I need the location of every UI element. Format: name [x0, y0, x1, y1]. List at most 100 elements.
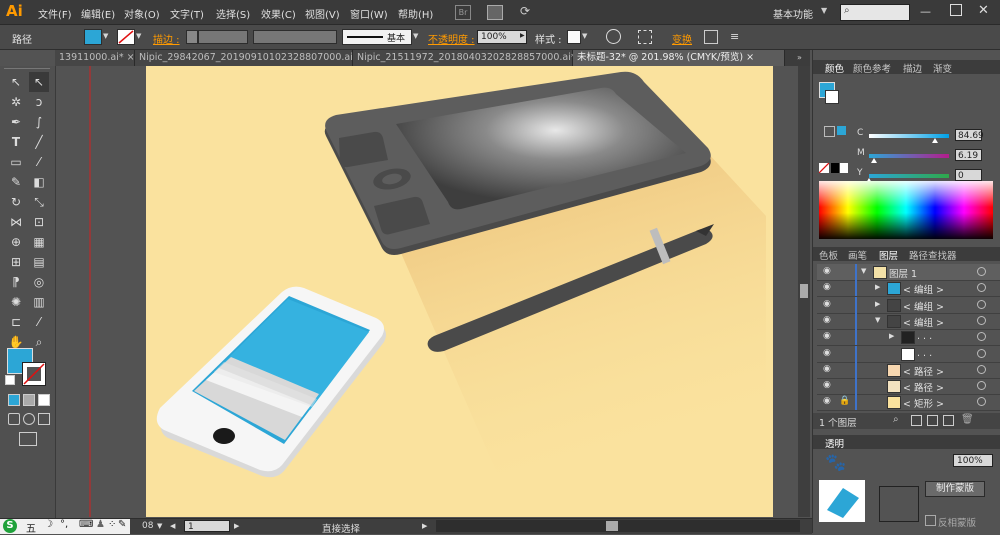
chevron-right-icon[interactable]: ▶	[889, 332, 894, 340]
vertical-scrollbar[interactable]	[798, 66, 810, 517]
target-circle-icon[interactable]	[977, 348, 986, 358]
vertical-scroll-thumb[interactable]	[800, 284, 808, 298]
layer-sublayer-row[interactable]: ◉ < 路径 >	[817, 378, 1000, 396]
perspective-grid-tool-icon[interactable]: ▦	[29, 232, 49, 252]
opacity-label[interactable]: 不透明度 :	[428, 31, 475, 46]
skin-icon[interactable]: ⁘	[108, 519, 116, 530]
close-button[interactable]: ✕	[978, 3, 989, 18]
tab-brushes[interactable]: 画笔	[848, 248, 867, 262]
layer-sublayer-row[interactable]: ◉ ▼ < 编组 >	[817, 312, 1000, 330]
visibility-eye-icon[interactable]: ◉	[823, 299, 833, 308]
horizontal-scrollbar[interactable]	[436, 520, 800, 532]
layer-sublayer-row[interactable]: ◉ ▶ < 编组 >	[817, 280, 1000, 298]
target-circle-icon[interactable]	[977, 381, 986, 391]
color-stroke-swatch[interactable]	[825, 90, 839, 104]
chevron-right-icon[interactable]: ▶	[875, 283, 880, 291]
chevron-down-icon[interactable]: ▼	[582, 32, 587, 40]
menu-type[interactable]: 文字(T)	[170, 6, 204, 21]
pencil-tool-icon[interactable]: ✎	[6, 172, 26, 192]
tab-document-2[interactable]: Nipic_29842067_20190910102328807000.ai* …	[135, 50, 369, 66]
ime-toolbar[interactable]: S 五 ☽ °, ⌨ ♟ ⁘ ✎	[0, 519, 130, 535]
none-color-swatch[interactable]	[818, 162, 830, 174]
layer-row-top[interactable]: ◉ ▼ 图层 1	[817, 264, 1000, 281]
visibility-eye-icon[interactable]: ◉	[823, 283, 833, 292]
restore-button[interactable]	[950, 4, 962, 16]
keyboard-icon[interactable]: ⌨	[79, 519, 93, 530]
next-artboard-button[interactable]: ▶	[234, 522, 239, 530]
type-tool-icon[interactable]: T	[6, 132, 26, 152]
arrange-documents-icon[interactable]	[487, 5, 503, 20]
channel-value-y[interactable]: 0	[955, 169, 982, 181]
rotate-tool-icon[interactable]: ↻	[6, 192, 26, 212]
clipping-mask-icon[interactable]	[911, 415, 922, 426]
sogou-ime-icon[interactable]: S	[3, 519, 17, 533]
stroke-weight-stepper[interactable]	[186, 30, 198, 44]
workspace-switcher[interactable]: 基本功能	[773, 6, 813, 21]
channel-value-c[interactable]: 84.69	[955, 129, 984, 141]
selection-tool-icon[interactable]: ↖	[6, 72, 26, 92]
target-circle-icon[interactable]	[977, 267, 986, 276]
new-sublayer-icon[interactable]	[927, 415, 938, 426]
visibility-eye-icon[interactable]: ◉	[823, 381, 833, 390]
transform-label[interactable]: 变换	[672, 31, 692, 46]
tab-stroke[interactable]: 描边	[903, 61, 922, 75]
tab-swatches[interactable]: 色板	[819, 248, 838, 262]
mesh-tool-icon[interactable]: ⊞	[6, 252, 26, 272]
black-swatch[interactable]	[831, 163, 839, 173]
panel-menu-icon[interactable]: ≡	[730, 30, 739, 43]
layer-sublayer-row[interactable]: ◉ ▶ < 编组 >	[817, 296, 1000, 314]
magic-wand-tool-icon[interactable]: ✲	[6, 92, 26, 112]
graph-tool-icon[interactable]: ▥	[29, 292, 49, 312]
blend-tool-icon[interactable]: ◎	[29, 272, 49, 292]
artboard-tool-icon[interactable]: ⊏	[6, 312, 26, 332]
stroke-color-swatch[interactable]	[117, 29, 135, 45]
menu-object[interactable]: 对象(O)	[124, 6, 160, 21]
chevron-right-icon[interactable]: ▶	[875, 300, 880, 308]
tab-document-active[interactable]: 未标题-32* @ 201.98% (CMYK/预览) ×	[573, 50, 785, 66]
visibility-eye-icon[interactable]: ◉	[823, 397, 833, 406]
shape-builder-tool-icon[interactable]: ⊕	[6, 232, 26, 252]
gradient-tool-icon[interactable]: ▤	[29, 252, 49, 272]
chevron-down-icon[interactable]: ▼	[157, 522, 162, 530]
locate-object-icon[interactable]: ⌕	[893, 414, 899, 425]
trash-icon[interactable]: 🗑	[961, 414, 974, 425]
draw-behind-icon[interactable]	[23, 413, 35, 425]
make-mask-button[interactable]: 制作蒙版	[925, 481, 985, 497]
visibility-eye-icon[interactable]: ◉	[823, 332, 833, 341]
horizontal-scroll-thumb[interactable]	[606, 521, 618, 531]
object-thumbnail[interactable]	[819, 480, 865, 522]
line-tool-icon[interactable]: ╱	[29, 132, 49, 152]
user-icon[interactable]: ♟	[96, 519, 105, 530]
menu-edit[interactable]: 编辑(E)	[81, 6, 115, 21]
graphic-style-swatch[interactable]	[567, 30, 581, 44]
tab-pathfinder[interactable]: 路径查找器	[909, 248, 957, 262]
menu-view[interactable]: 视图(V)	[305, 6, 340, 21]
isolate-icon[interactable]	[704, 30, 718, 44]
target-circle-icon[interactable]	[977, 364, 986, 374]
eraser-tool-icon[interactable]: ◧	[29, 172, 49, 192]
symbol-sprayer-tool-icon[interactable]: ✺	[6, 292, 26, 312]
color-spectrum[interactable]	[819, 181, 993, 239]
transparency-opacity-input[interactable]: 100%	[953, 454, 993, 467]
layer-sublayer-row[interactable]: ◉ ▶ . . .	[817, 329, 1000, 347]
recolor-artwork-icon[interactable]	[606, 29, 621, 44]
visibility-eye-icon[interactable]: ◉	[823, 315, 833, 324]
draw-normal-icon[interactable]	[8, 413, 20, 425]
slice-tool-icon[interactable]: ⁄	[29, 312, 49, 332]
brush-definition-dropdown[interactable]: 基本	[342, 29, 412, 45]
layer-sublayer-row[interactable]: ◉ 🔒 < 矩形 >	[817, 394, 1000, 412]
align-icon[interactable]	[638, 30, 652, 44]
settings-wrench-icon[interactable]: ✎	[118, 519, 126, 530]
tab-layers[interactable]: 图层	[879, 248, 898, 262]
target-circle-icon[interactable]	[977, 315, 986, 325]
stroke-weight-input[interactable]	[198, 30, 248, 44]
menu-select[interactable]: 选择(S)	[216, 6, 250, 21]
channel-slider-thumb[interactable]	[870, 158, 877, 163]
menu-window[interactable]: 窗口(W)	[350, 6, 388, 21]
status-menu-button[interactable]: ▶	[422, 522, 427, 530]
visibility-eye-icon[interactable]: ◉	[823, 348, 833, 357]
menu-help[interactable]: 帮助(H)	[398, 6, 433, 21]
chevron-down-icon[interactable]: ▼	[861, 267, 866, 275]
white-swatch[interactable]	[840, 163, 848, 173]
channel-slider-thumb[interactable]	[932, 138, 939, 143]
